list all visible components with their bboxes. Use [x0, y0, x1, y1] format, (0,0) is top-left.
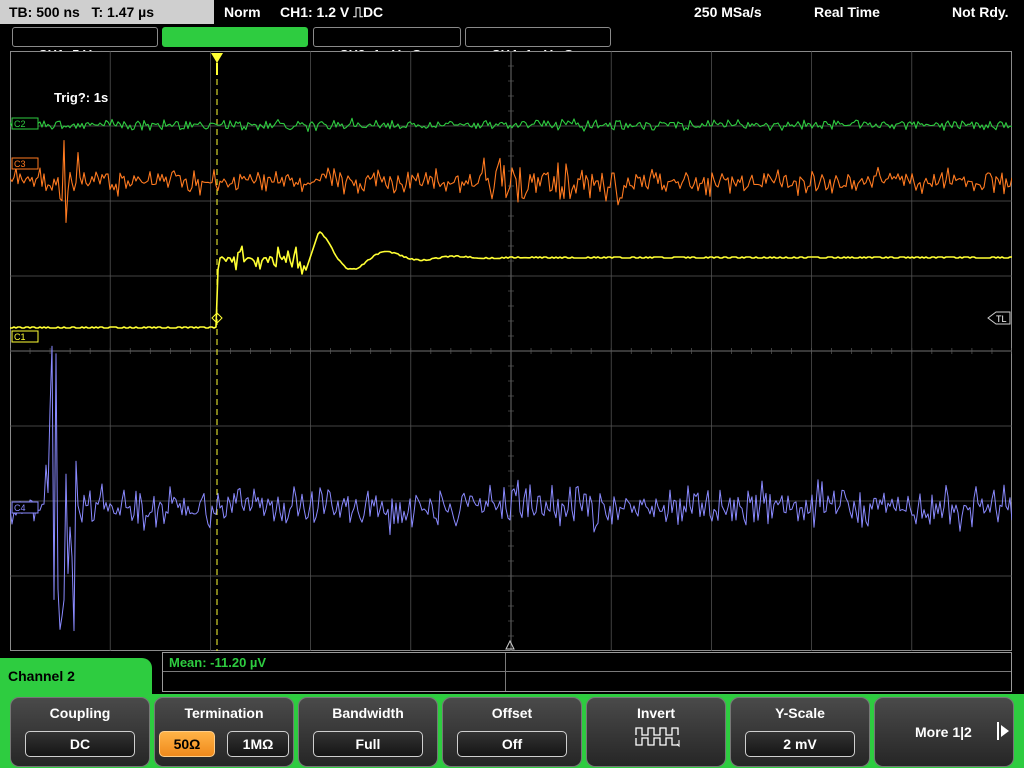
ch1-marker[interactable]: C1 — [11, 330, 39, 343]
tab-ch4[interactable]: CH4: 1mV≅Ω — [465, 27, 611, 62]
ch2-marker-label: C2 — [14, 119, 26, 129]
measurement-center-line — [505, 653, 506, 691]
coupling-softkey[interactable]: Coupling DC — [10, 697, 150, 767]
status-bar: TB: 500 ns T: 1.47 µs Norm CH1: 1.2 V ⎍D… — [0, 0, 1024, 24]
bandwidth-value[interactable]: Full — [313, 731, 423, 757]
tab-ch1[interactable]: CH1: 5 V≅ — [12, 27, 158, 62]
yscale-label: Y-Scale — [775, 705, 825, 721]
termination-50ohm-option[interactable]: 50Ω — [159, 731, 215, 757]
acquisition-mode: Real Time — [814, 4, 880, 20]
termination-1mohm-option[interactable]: 1MΩ — [227, 731, 289, 757]
trigger-source[interactable]: CH1: 1.2 V ⎍DC — [280, 0, 383, 24]
coupling-value[interactable]: DC — [25, 731, 135, 757]
offset-value[interactable]: Off — [457, 731, 567, 757]
yscale-value[interactable]: 2 mV — [745, 731, 855, 757]
ch2-marker[interactable]: C2 — [11, 117, 39, 130]
more-softkey[interactable]: More 1|2 — [874, 697, 1014, 767]
ch1-marker-label: C1 — [14, 332, 26, 342]
timebase-value: TB: 500 ns — [9, 4, 80, 20]
tab-ch3[interactable]: CH3: 1mV≅Ω — [313, 27, 461, 62]
measurement-divider — [163, 671, 1011, 672]
invert-softkey[interactable]: Invert — [586, 697, 726, 767]
invert-waveform-icon — [635, 727, 680, 748]
termination-label: Termination — [184, 705, 264, 721]
ch4-marker[interactable]: C4 — [11, 501, 39, 514]
trigger-info: Trig?: 1s — [54, 90, 108, 105]
trigger-time-value: T: 1.47 µs — [91, 4, 155, 20]
offset-softkey[interactable]: Offset Off — [442, 697, 582, 767]
measurement-bar[interactable]: Mean: -11.20 µV — [162, 652, 1012, 692]
bandwidth-label: Bandwidth — [332, 705, 404, 721]
trigger-marker-stem — [216, 63, 218, 75]
next-page-icon — [997, 722, 1009, 740]
termination-softkey[interactable]: Termination 50Ω 1MΩ — [154, 697, 294, 767]
ch4-marker-label: C4 — [14, 503, 26, 513]
trigger-level-label: TL — [996, 314, 1007, 324]
measurement-mean: Mean: -11.20 µV — [169, 655, 267, 670]
acquisition-status: Not Rdy. — [952, 4, 1009, 20]
invert-label: Invert — [636, 705, 676, 721]
coupling-label: Coupling — [49, 705, 111, 721]
waveform-display[interactable]: C2 C3 C1 C4 TL Trig?: 1s — [10, 51, 1012, 651]
bandwidth-softkey[interactable]: Bandwidth Full — [298, 697, 438, 767]
sample-rate: 250 MSa/s — [694, 4, 762, 20]
yscale-softkey[interactable]: Y-Scale 2 mV — [730, 697, 870, 767]
ch3-marker-label: C3 — [14, 159, 26, 169]
menu-title: Channel 2 — [0, 658, 152, 698]
timebase-box[interactable]: TB: 500 ns T: 1.47 µs — [0, 0, 214, 24]
ch3-marker[interactable]: C3 — [11, 157, 39, 170]
offset-label: Offset — [491, 705, 533, 721]
tab-ch2[interactable]: CH2: 2 mV≅Ω — [162, 27, 308, 62]
waveform-canvas[interactable]: C2 C3 C1 C4 TL Trig?: 1s — [10, 51, 1012, 651]
more-label: More 1|2 — [915, 724, 972, 740]
trigger-mode[interactable]: Norm — [224, 0, 261, 24]
